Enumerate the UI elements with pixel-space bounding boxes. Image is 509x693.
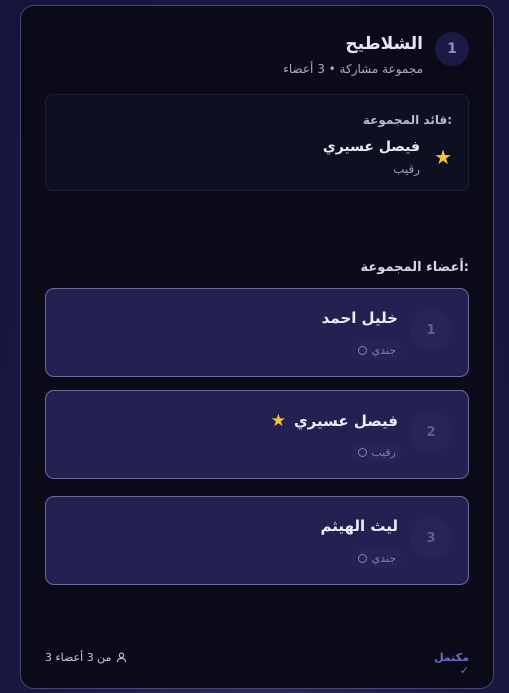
star-icon: ★ [270,411,286,431]
leader-name: فيصل عسيري [322,139,420,155]
member-role-text: جندي [371,343,396,357]
member-number-badge: 1 [410,309,452,351]
member-card[interactable]: 1 خليل احمد جندي [45,288,469,377]
group-title: الشلاطيح [345,34,423,54]
member-role-badge: جندي [352,548,402,568]
member-role-badge: رقيب [352,442,402,462]
member-name-text: خليل احمد [321,309,398,327]
group-subtitle: مجموعة مشاركة • 3 أعضاء [283,62,423,76]
group-leader-panel: :قائد المجموعة ★ فيصل عسيري رقيب [45,94,469,191]
member-role-text: جندي [371,551,396,565]
card-footer: من 3 أعضاء 3 مكتمل ✓ [45,651,469,677]
member-name-text: ليث الهيثم [320,517,398,535]
status-complete: مكتمل ✓ [434,651,469,677]
circle-icon [358,447,368,457]
group-card: 1 الشلاطيح مجموعة مشاركة • 3 أعضاء :قائد… [20,5,494,689]
member-number-badge: 3 [410,517,452,559]
group-header: 1 الشلاطيح مجموعة مشاركة • 3 أعضاء [45,28,469,88]
member-count: من 3 أعضاء 3 [45,651,127,664]
group-number-badge: 1 [435,32,469,66]
star-icon: ★ [434,145,452,169]
circle-icon [358,553,368,563]
member-count-text: من 3 أعضاء 3 [45,651,112,664]
member-name: خليل احمد [322,309,398,327]
user-icon [117,652,127,663]
member-card[interactable]: 3 ليث الهيثم جندي [45,496,469,585]
leader-role: رقيب [393,162,420,176]
members-heading: :أعضاء المجموعة [360,260,469,275]
member-role-badge: جندي [352,340,402,360]
member-name: فيصل عسيري ★ [271,411,398,431]
member-role-text: رقيب [371,445,396,459]
circle-icon [358,345,368,355]
member-name: ليث الهيثم [320,517,398,535]
member-name-text: فيصل عسيري [293,412,398,430]
member-number-badge: 2 [410,411,452,453]
leader-heading: :قائد المجموعة [362,113,452,127]
member-card[interactable]: 2 فيصل عسيري ★ رقيب [45,390,469,479]
